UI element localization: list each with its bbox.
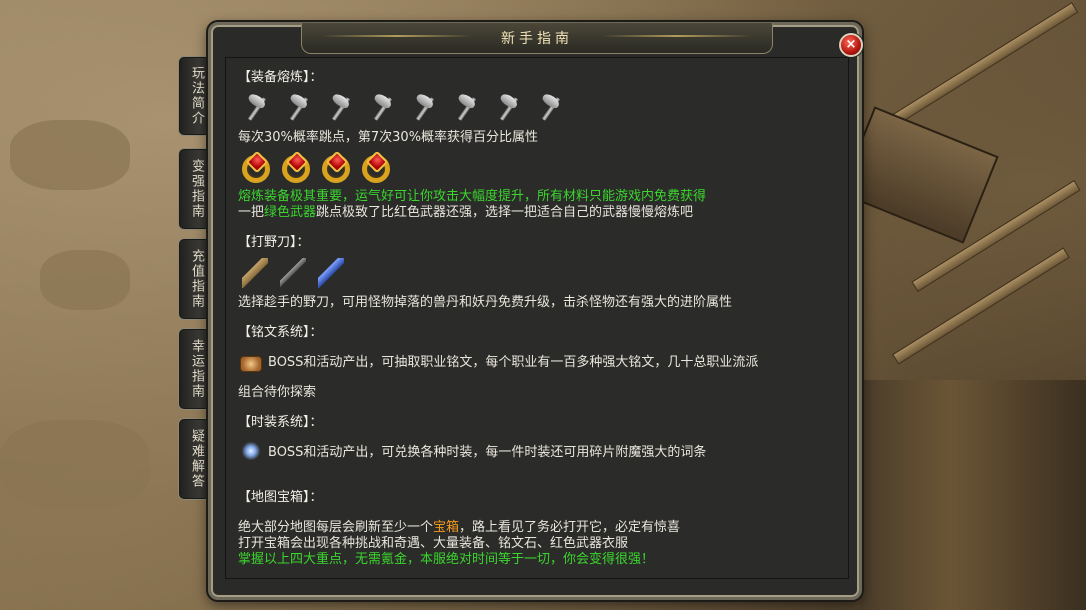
frost-crystal-icon <box>240 440 262 462</box>
battle-axe-icon <box>368 91 398 122</box>
window-title: 新手指南 <box>501 31 573 47</box>
equip-line-2: 熔炼装备极其重要，运气好可让你攻击大幅度提升，所有材料只能游戏内免费获得 <box>238 189 707 204</box>
text-part: ，路上看见了务必打开它，必定有惊喜 <box>459 520 681 535</box>
title-ornament <box>602 35 752 37</box>
battle-axe-icon <box>242 91 272 122</box>
rune-line-2: 组合待你探索 <box>238 385 317 400</box>
wooden-plank <box>883 2 1079 130</box>
tab-label: 疑难解答 <box>189 429 204 489</box>
green-weapon-text: 绿色武器 <box>264 205 317 220</box>
chest-line-1: 绝大部分地图每层会刷新至少一个宝箱，路上看见了务必打开它，必定有惊喜 <box>238 520 680 536</box>
battle-axe-icon <box>326 91 356 122</box>
rubble <box>0 420 150 510</box>
fashion-line-1: BOSS和活动产出，可兑换各种时装，每一件时装还可用碎片附魔强大的词条 <box>268 445 707 460</box>
battle-axe-icon <box>452 91 482 122</box>
text-part: 绝大部分地图每层会刷新至少一个 <box>238 520 434 535</box>
battle-axe-icon <box>494 91 524 122</box>
guide-window: 新手指南 × 【装备熔炼】： 每次30%概率跳点，第7次30%概率获得百分比属性… <box>208 22 863 600</box>
section-heading-knife: 【打野刀】： <box>238 235 310 250</box>
knife-icon <box>280 258 306 288</box>
guide-content: 【装备熔炼】： 每次30%概率跳点，第7次30%概率获得百分比属性 熔炼装备极其… <box>225 57 849 579</box>
ruby-ring-icon <box>362 155 390 183</box>
text-part: 跳点极致了比红色武器还强，选择一把适合自己的武器慢慢熔炼吧 <box>316 205 694 220</box>
title-bar: 新手指南 <box>301 23 773 54</box>
knife-line-1: 选择趁手的野刀，可用怪物掉落的兽丹和妖丹免费升级，击杀怪物还有强大的进阶属性 <box>238 295 733 310</box>
tab-label: 幸运指南 <box>189 339 204 399</box>
equip-line-1: 每次30%概率跳点，第7次30%概率获得百分比属性 <box>238 130 539 145</box>
axe-icon-row <box>242 91 566 122</box>
section-heading-fashion: 【时装系统】： <box>238 415 323 430</box>
knife-icon <box>242 258 268 288</box>
tab-label: 充值指南 <box>189 249 204 309</box>
rune-scroll-icon <box>240 356 262 372</box>
knife-icon <box>318 258 344 288</box>
hut-wall <box>860 380 1086 610</box>
close-button[interactable]: × <box>839 33 863 57</box>
title-ornament <box>322 35 472 37</box>
rune-line-1: BOSS和活动产出，可抽取职业铭文，每个职业有一百多种强大铭文，几十总职业流派 <box>268 355 759 370</box>
section-heading-equip: 【装备熔炼】： <box>238 70 323 85</box>
tab-label: 变强指南 <box>189 159 204 219</box>
tab-label: 玩法简介 <box>189 66 204 126</box>
text-part: 一把 <box>238 205 265 220</box>
equip-line-3: 一把绿色武器跳点极致了比红色武器还强，选择一把适合自己的武器慢慢熔炼吧 <box>238 205 693 221</box>
battle-axe-icon <box>536 91 566 122</box>
knife-icon-row <box>242 258 344 288</box>
battle-axe-icon <box>410 91 440 122</box>
rubble <box>40 250 130 310</box>
rubble <box>10 120 130 190</box>
ruby-ring-icon <box>322 155 350 183</box>
ring-icon-row <box>242 155 390 183</box>
chest-line-3: 掌握以上四大重点，无需氪金，本服绝对时间等于一切，你会变得很强！ <box>238 552 655 567</box>
section-heading-chest: 【地图宝箱】： <box>238 490 323 505</box>
chest-highlight-text: 宝箱 <box>433 520 460 535</box>
hut-sign <box>839 106 999 244</box>
section-heading-rune: 【铭文系统】： <box>238 325 323 340</box>
battle-axe-icon <box>284 91 314 122</box>
wooden-plank <box>892 247 1070 365</box>
ruby-ring-icon <box>282 155 310 183</box>
chest-line-2: 打开宝箱会出现各种挑战和奇遇、大量装备、铭文石、红色武器衣服 <box>238 536 629 551</box>
ruby-ring-icon <box>242 155 270 183</box>
